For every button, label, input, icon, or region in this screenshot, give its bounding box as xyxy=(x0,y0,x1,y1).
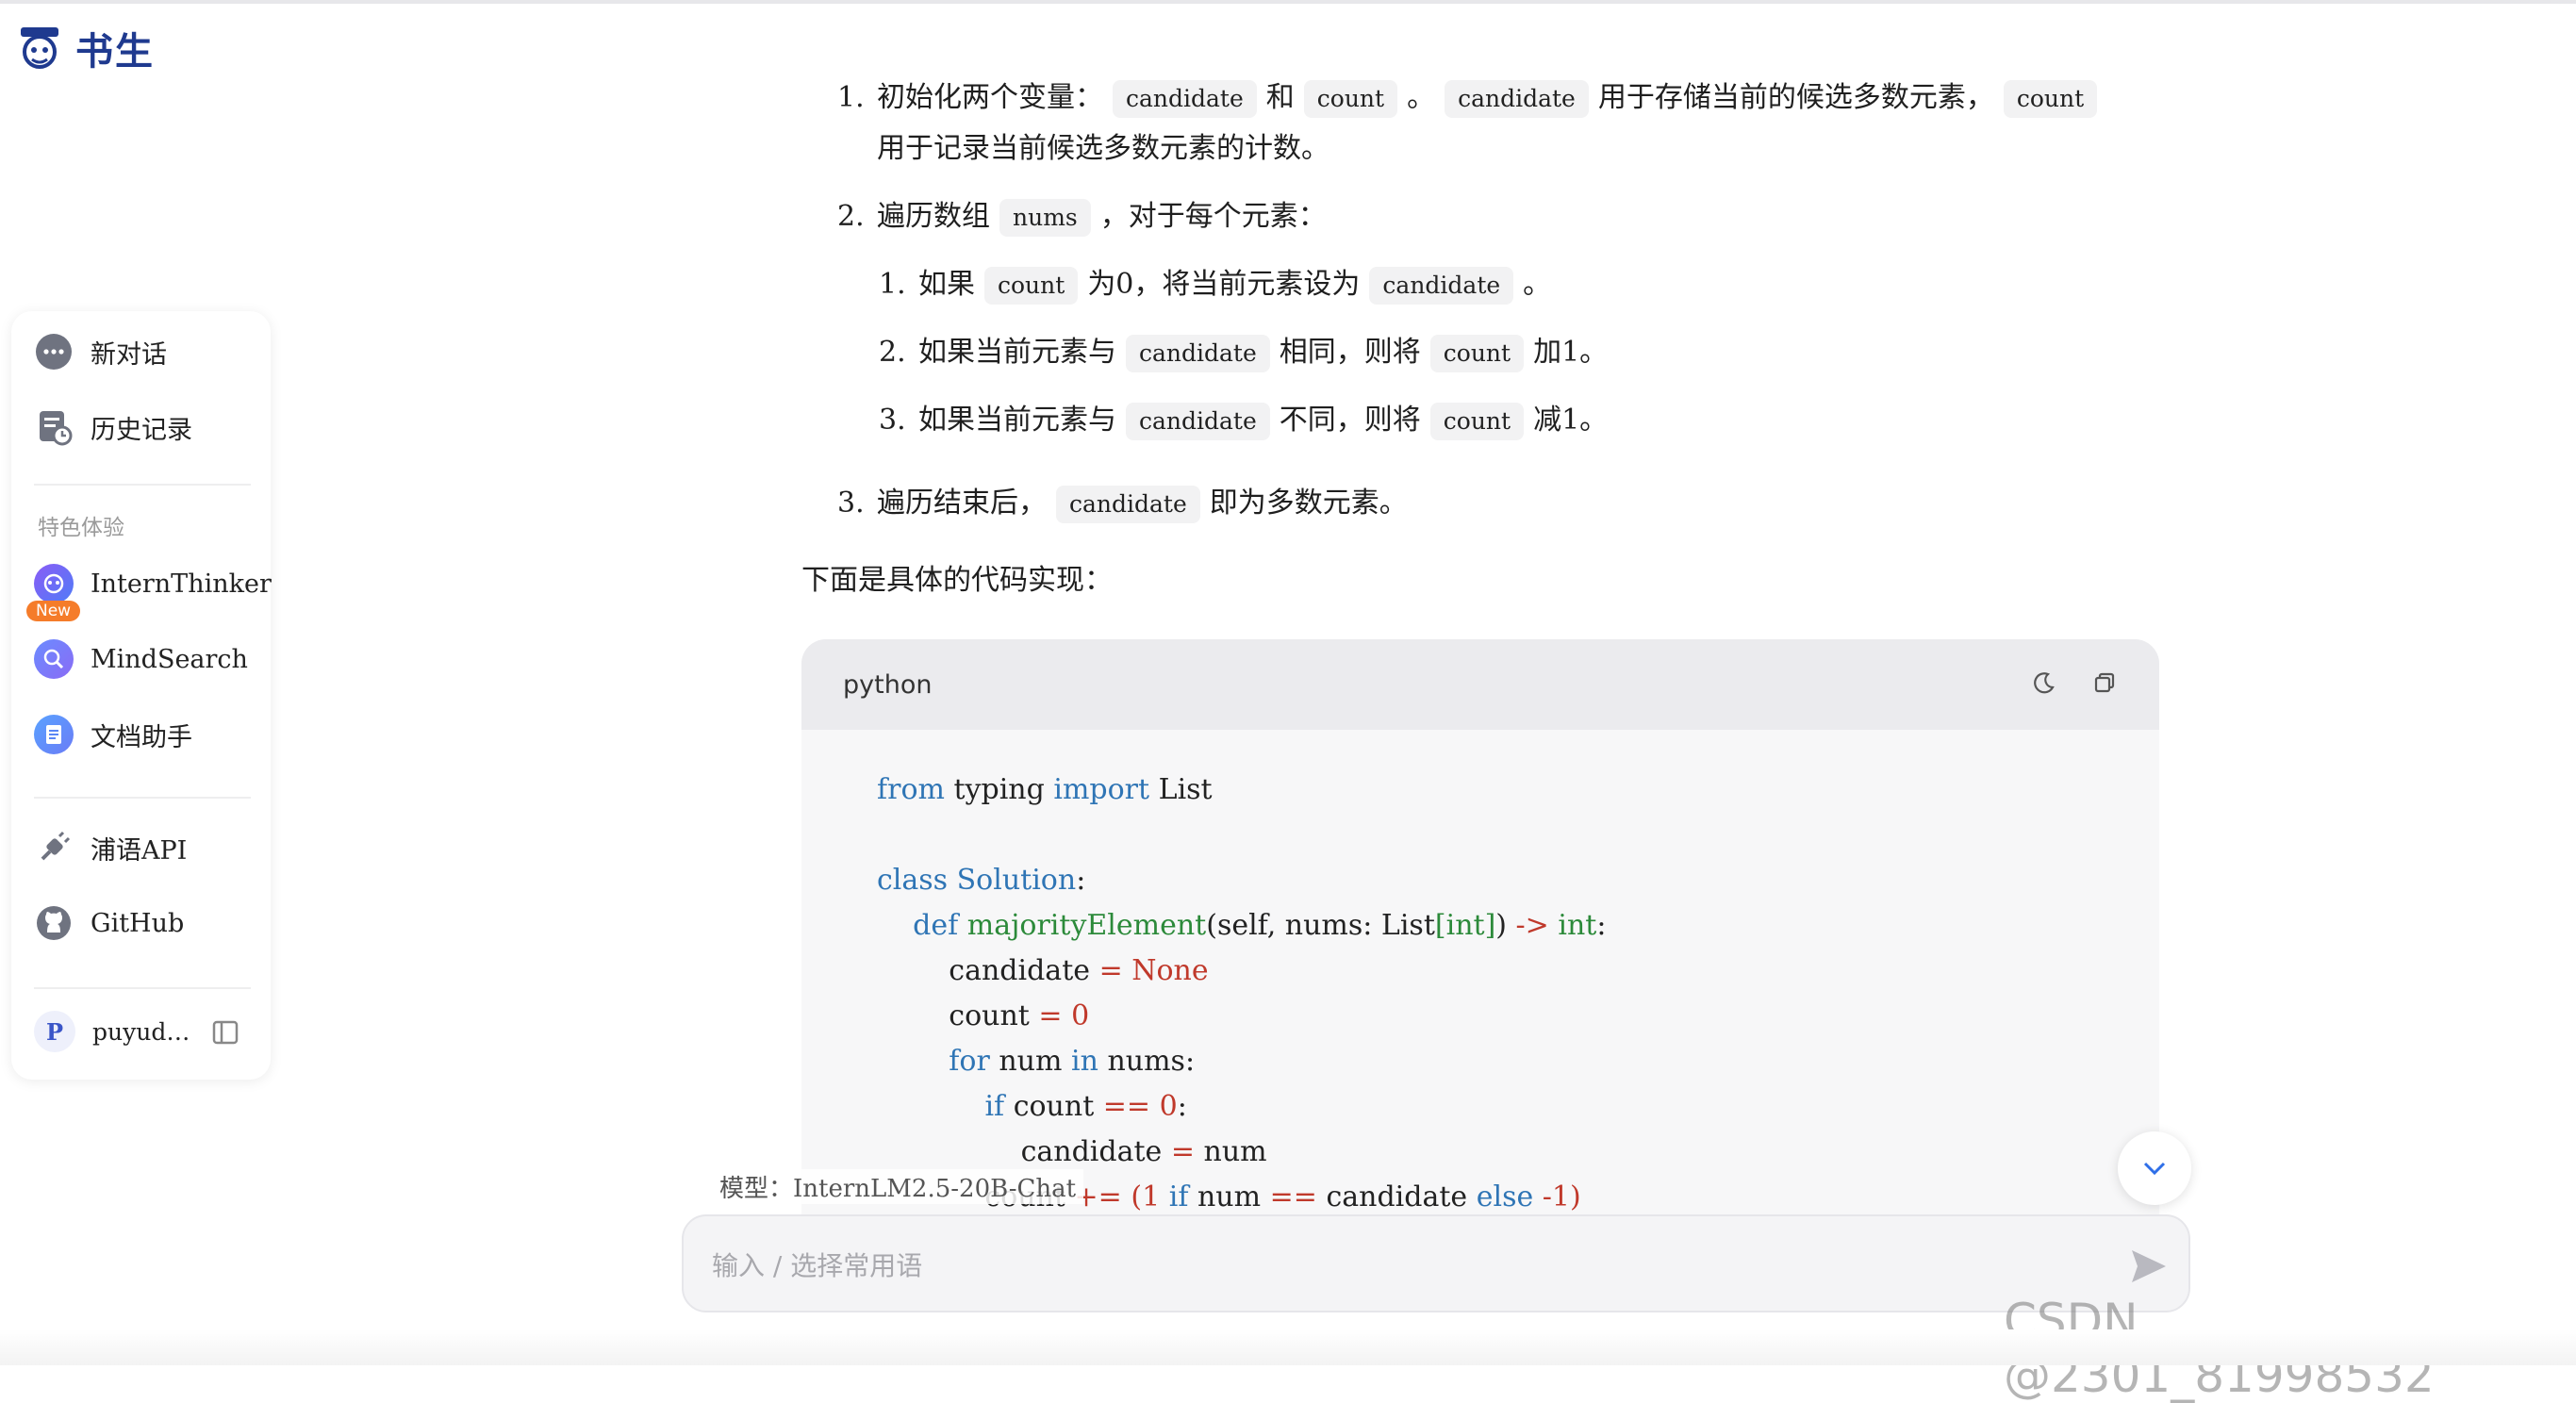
list-item: 3. 遍历结束后， candidate 即为多数元素。 xyxy=(837,479,1408,523)
chat-input[interactable] xyxy=(710,1241,2081,1290)
code-block: python from typing import List class Sol… xyxy=(801,639,2159,1214)
brand-name: 书生 xyxy=(75,30,155,74)
new-chat-label: 新对话 xyxy=(91,339,167,370)
inline-code: count xyxy=(1429,335,1525,372)
api-label: 浦语API xyxy=(91,835,188,866)
user-name: puyud… xyxy=(92,1017,190,1046)
inline-code: candidate xyxy=(1113,80,1257,118)
scholar-mascot-icon xyxy=(21,27,58,69)
document-icon xyxy=(34,715,74,754)
code-language-label: python xyxy=(843,669,933,700)
code-line: candidate = None xyxy=(949,954,1209,987)
code-line: class Solution: xyxy=(877,864,1086,897)
send-icon xyxy=(2132,1250,2166,1282)
internthinker-icon xyxy=(34,564,74,603)
plug-icon xyxy=(34,828,74,867)
sidebar-item-doc-assistant[interactable]: 文档助手 xyxy=(34,715,192,754)
new-badge: New xyxy=(26,601,81,621)
sidebar-item-mindsearch[interactable]: MindSearch xyxy=(34,639,248,679)
code-line: from typing import List xyxy=(877,773,1213,806)
send-button[interactable] xyxy=(2124,1243,2171,1290)
sub-list-item: 3. 如果当前元素与 candidate 不同，则将 count 减1。 xyxy=(879,396,1608,440)
inline-code: count xyxy=(2003,80,2098,118)
mindsearch-label: MindSearch xyxy=(91,644,248,674)
sidebar-item-api[interactable]: 浦语API xyxy=(34,828,187,867)
code-block-toolbar xyxy=(2031,669,2118,700)
list-item-continuation: 用于记录当前候选多数元素的计数。 xyxy=(877,132,1329,165)
github-label: GitHub xyxy=(91,908,185,938)
inline-code: candidate xyxy=(1126,403,1270,440)
sidebar-divider xyxy=(34,987,251,989)
feature-section-label: 特色体验 xyxy=(38,516,124,540)
theme-toggle-icon[interactable] xyxy=(2031,669,2057,700)
sidebar: 新对话 历史记录 特色体验 InternThinker New MindSear… xyxy=(11,311,272,1080)
code-block-header: python xyxy=(801,639,2159,730)
doc-assistant-label: 文档助手 xyxy=(91,722,192,752)
sidebar-item-internthinker[interactable]: InternThinker xyxy=(34,564,272,603)
inline-code: count xyxy=(1303,80,1398,118)
inline-code: candidate xyxy=(1056,486,1200,523)
chat-bubble-icon xyxy=(34,332,74,371)
history-icon xyxy=(34,407,74,447)
code-line: for num in nums: xyxy=(949,1045,1196,1078)
github-icon xyxy=(34,903,74,943)
chevron-down-icon xyxy=(2143,1162,2166,1176)
code-line: def majorityElement(self, nums: List[int… xyxy=(913,909,1607,942)
code-line: candidate = num xyxy=(1020,1135,1267,1168)
internthinker-label: InternThinker xyxy=(91,569,272,599)
top-divider xyxy=(0,0,2576,4)
chat-input-box xyxy=(682,1214,2190,1312)
code-intro-text: 下面是具体的代码实现： xyxy=(801,564,1113,597)
inline-code: nums xyxy=(999,199,1091,237)
inline-code: count xyxy=(984,267,1079,305)
brand-logo[interactable]: 书生 xyxy=(13,21,155,75)
sub-list-item: 1. 如果 count 为0，将当前元素设为 candidate。 xyxy=(879,260,1551,305)
avatar: P xyxy=(34,1011,75,1052)
code-line: count = 0 xyxy=(949,999,1090,1032)
mindsearch-icon xyxy=(34,639,74,679)
model-label: 模型：InternLM2.5-20B-Chat xyxy=(712,1169,1084,1204)
user-profile[interactable]: P puyud… xyxy=(34,1011,190,1052)
code-line: if count == 0: xyxy=(984,1090,1187,1123)
inline-code: count xyxy=(1429,403,1525,440)
bottom-fade xyxy=(0,1329,2576,1365)
code-content: from typing import List class Solution: … xyxy=(801,730,2159,1214)
list-item: 1. 初始化两个变量： candidate 和 count。 candidate 用于存储当… xyxy=(837,74,2106,118)
history-button[interactable]: 历史记录 xyxy=(34,407,192,447)
history-label: 历史记录 xyxy=(91,415,192,445)
sidebar-toggle-icon[interactable] xyxy=(211,1018,239,1050)
scroll-to-bottom-button[interactable] xyxy=(2118,1131,2191,1205)
new-chat-button[interactable]: 新对话 xyxy=(34,332,167,371)
sidebar-divider xyxy=(34,797,251,799)
inline-code: candidate xyxy=(1445,80,1589,118)
sidebar-divider xyxy=(34,484,251,486)
sidebar-item-github[interactable]: GitHub xyxy=(34,903,184,943)
inline-code: candidate xyxy=(1369,267,1514,305)
inline-code: candidate xyxy=(1126,335,1270,372)
sub-list-item: 2. 如果当前元素与 candidate 相同，则将 count 加1。 xyxy=(879,328,1608,372)
list-item: 2. 遍历数组 nums ，对于每个元素： xyxy=(837,192,1327,237)
copy-icon[interactable] xyxy=(2091,669,2118,700)
